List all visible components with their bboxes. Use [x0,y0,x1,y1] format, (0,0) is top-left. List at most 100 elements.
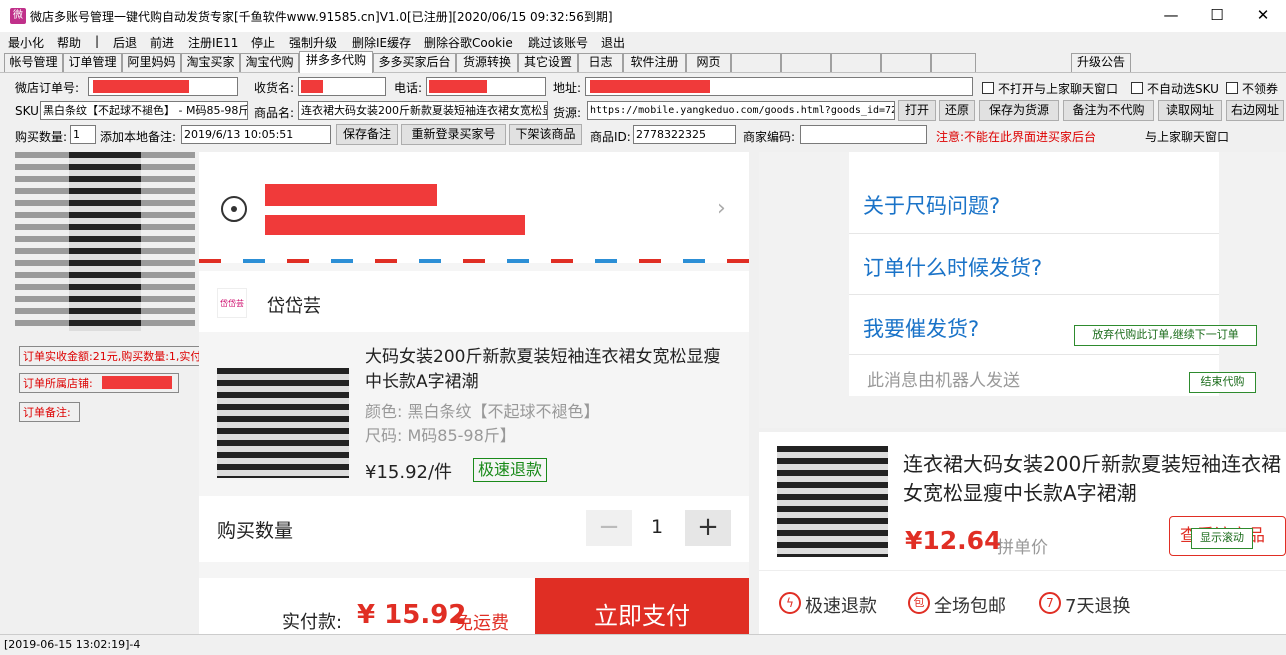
save-as-source-button[interactable]: 保存为货源 [979,100,1059,121]
tab-taobao-buyer[interactable]: 淘宝买家 [181,53,240,72]
no-coupon-label: 不领券 [1242,82,1279,96]
menu-back[interactable]: 后退 [113,34,137,51]
sku-field[interactable]: 黑白条纹【不起球不褪色】 - M码85-98斤 [40,101,248,120]
shop-logo: 岱岱芸 [217,288,247,318]
fast-refund-badge: 极速退款 [473,458,548,482]
product-card: 连衣裙大码女装200斤新款夏装短袖连衣裙女宽松显瘦中长款A字裙潮 ¥12.64 … [759,432,1286,634]
no-chat-label: 不打开与上家聊天窗口 [998,82,1119,96]
faq-shipping-link[interactable]: 订单什么时候发货? [863,252,1042,282]
qty-plus-button[interactable]: + [685,510,731,546]
phone-field[interactable] [426,77,546,96]
redacted-address [265,215,525,235]
lightning-icon: ϟ [779,592,801,614]
tab-upgrade-notice[interactable]: 升级公告 [1071,53,1131,72]
recipient-field[interactable] [298,77,386,96]
maximize-icon[interactable]: ☐ [1194,0,1240,32]
menu-clear-ie-cache[interactable]: 删除IE缓存 [352,34,411,51]
faq-divider [849,294,1219,295]
tab-pdd-buyer-backend[interactable]: 多多买家后台 [373,53,456,72]
tab-blank-3[interactable] [831,53,881,72]
menu-minimize[interactable]: 最小化 [8,34,44,51]
menu-help[interactable]: 帮助 [57,34,81,51]
order-shop-label: 订单所属店铺: [23,377,93,390]
menu-exit[interactable]: 退出 [601,34,625,51]
product-id-field[interactable]: 2778322325 [633,125,736,144]
tab-alimama[interactable]: 阿里妈妈 [122,53,181,72]
free-shipping: 免运费 [455,613,509,634]
right-url-button[interactable]: 右边网址 [1226,100,1284,121]
robot-note: 此消息由机器人发送 [867,371,1020,391]
local-note-field[interactable]: 2019/6/13 10:05:51 [181,125,331,144]
pay-now-button[interactable]: 立即支付 [535,578,749,634]
title-bar: 微 微店多账号管理一键代购自动发货专家[千鱼软件www.91585.cn]V1.… [0,0,1286,32]
tab-taobao-purchase[interactable]: 淘宝代购 [240,53,299,72]
relogin-buyer-button[interactable]: 重新登录买家号 [401,124,506,145]
save-note-button[interactable]: 保存备注 [336,124,398,145]
menu-bar: 最小化 帮助 | 后退 前进 注册IE11 停止 强制升级 删除IE缓存 删除谷… [0,32,1286,51]
tab-orders[interactable]: 订单管理 [63,53,122,72]
tab-software-register[interactable]: 软件注册 [623,53,686,72]
address-label: 地址: [553,81,582,95]
tab-blank-1[interactable] [731,53,781,72]
order-note: 订单备注: [19,402,80,422]
shop-name[interactable]: 岱岱芸 [267,292,321,318]
product-title: 大码女装200斤新款夏装短袖连衣裙女宽松显瘦中长款A字裙潮 [365,347,721,392]
address-field[interactable] [585,77,973,96]
faq-divider [849,354,1219,355]
window-title: 微店多账号管理一键代购自动发货专家[千鱼软件www.91585.cn]V1.0[… [30,10,613,24]
read-url-button[interactable]: 读取网址 [1158,100,1222,121]
tab-blank-4[interactable] [881,53,931,72]
no-sku-checkbox[interactable] [1131,82,1143,94]
section-gap [199,562,749,578]
faq-urge-link[interactable]: 我要催发货? [863,313,979,343]
badge-fast-refund: 极速退款 [805,596,877,617]
menu-stop[interactable]: 停止 [251,34,275,51]
source-url-field[interactable]: https://mobile.yangkeduo.com/goods.html?… [587,101,895,120]
note-not-purchase-button[interactable]: 备注为不代购 [1063,100,1154,121]
no-chat-checkbox[interactable] [982,82,994,94]
show-scroll-button[interactable]: 显示滚动 [1191,528,1253,549]
thumbnail-overlay [15,152,195,331]
qty-field[interactable]: 1 [70,125,96,144]
abandon-order-button[interactable]: 放弃代购此订单,继续下一订单 [1074,325,1257,346]
tab-webpage[interactable]: 网页 [686,53,731,72]
menu-clear-chrome-cookie[interactable]: 删除谷歌Cookie [424,34,513,51]
unlist-product-button[interactable]: 下架该商品 [509,124,582,145]
tab-other-settings[interactable]: 其它设置 [518,53,578,72]
badge-free-shipping: 全场包邮 [934,596,1006,617]
tab-accounts[interactable]: 帐号管理 [4,53,63,72]
finish-purchase-button[interactable]: 结束代购 [1189,372,1256,393]
menu-separator: | [95,34,100,48]
qty-minus-button[interactable]: − [586,510,632,546]
menu-skip-account[interactable]: 跳过该账号 [528,34,588,51]
menu-forward[interactable]: 前进 [150,34,174,51]
tab-log[interactable]: 日志 [578,53,623,72]
tab-blank-2[interactable] [781,53,831,72]
tab-source-convert[interactable]: 货源转换 [456,53,518,72]
menu-force-upgrade[interactable]: 强制升级 [289,34,337,51]
open-button[interactable]: 打开 [898,100,936,121]
no-coupon-checkbox[interactable] [1226,82,1238,94]
product-id-label: 商品ID: [590,130,631,144]
chat-upper-link[interactable]: 与上家聊天窗口 [1145,128,1229,145]
restore-button[interactable]: 还原 [939,100,975,121]
order-shop: 订单所属店铺: [19,373,179,393]
close-icon[interactable]: ✕ [1240,0,1286,32]
redacted-block [429,80,487,93]
local-note-label: 添加本地备注: [100,130,177,144]
app-icon: 微 [10,8,26,24]
product-image [217,368,349,478]
faq-size-link[interactable]: 关于尺码问题? [863,190,1000,220]
menu-register-ie11[interactable]: 注册IE11 [188,34,238,51]
product-name-field[interactable]: 连衣裙大码女装200斤新款夏装短袖连衣裙女宽松显瘦中长款A字裙潮 [298,101,548,120]
minimize-icon[interactable]: — [1148,0,1194,32]
pay-label: 实付款: [282,612,343,633]
chevron-right-icon[interactable]: › [717,196,726,221]
card-price-note: 拼单价 [997,538,1048,558]
tab-blank-5[interactable] [931,53,976,72]
chat-bubble: 关于尺码问题? 订单什么时候发货? 我要催发货? 此消息由机器人发送 [849,152,1219,396]
warning-text: 注意:不能在此界面进买家后台 [936,130,1097,144]
tab-pdd-purchase[interactable]: 拼多多代购 [299,51,373,73]
merchant-code-field[interactable] [800,125,927,144]
order-no-field[interactable] [88,77,238,96]
